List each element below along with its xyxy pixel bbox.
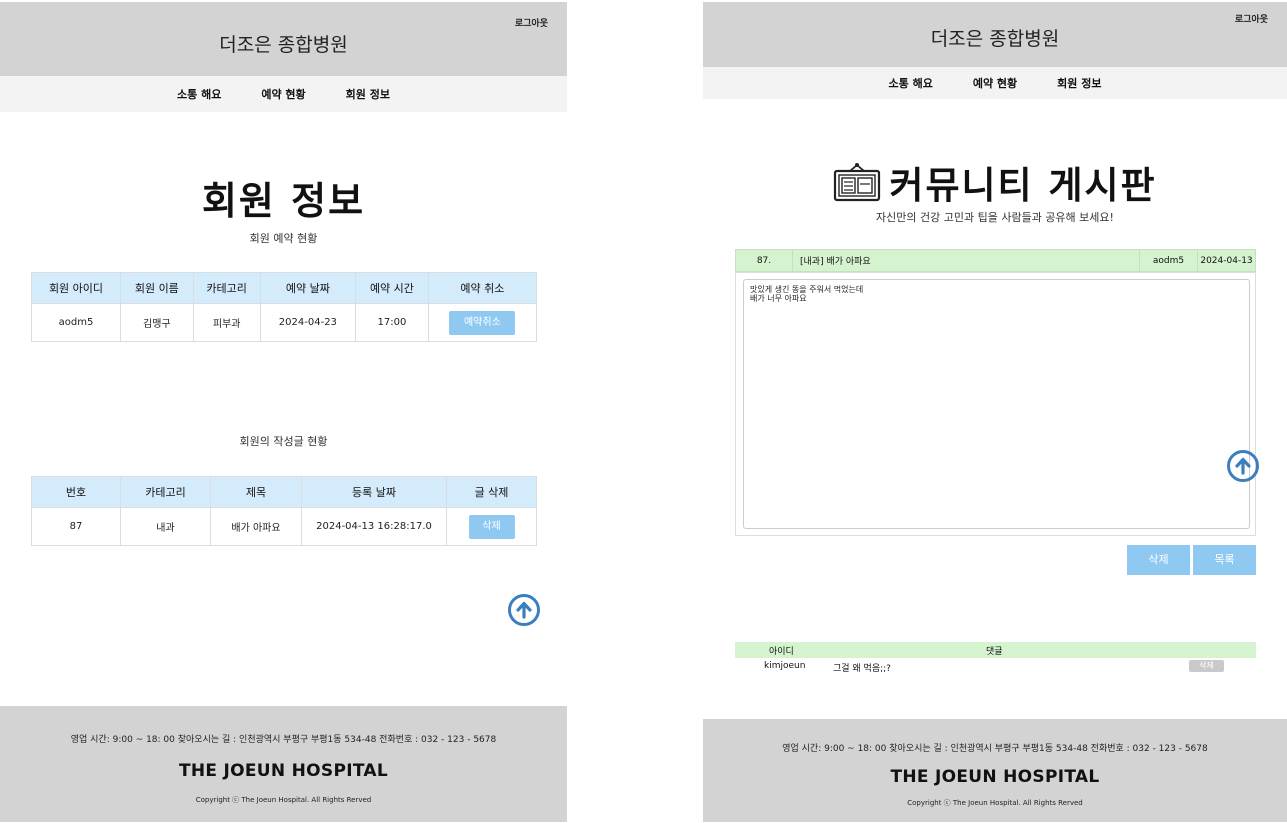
nav-reservation[interactable]: 예약 현황 bbox=[973, 75, 1017, 91]
post-title: [내과] 배가 아파요 bbox=[793, 250, 1140, 271]
logout-link[interactable]: 로그아웃 bbox=[1235, 12, 1268, 25]
comment-author: kimjoeun bbox=[764, 661, 806, 671]
page-title: 회원 정보 bbox=[201, 179, 366, 223]
nav-community[interactable]: 소통 해요 bbox=[889, 75, 933, 91]
cell-category: 피부과 bbox=[192, 303, 261, 342]
nav-member-info[interactable]: 회원 정보 bbox=[1057, 75, 1101, 91]
site-header: 더조은 종합병원 로그아웃 bbox=[0, 2, 567, 76]
col-delete: 글 삭제 bbox=[446, 476, 537, 508]
footer-info: 영업 시간: 9:00 ~ 18: 00 찾아오시는 길 : 인천광역시 부평구… bbox=[70, 735, 497, 745]
table-row: aodm5 김맹구 피부과 2024-04-23 17:00 예약취소 bbox=[31, 303, 538, 342]
bulletin-board-icon bbox=[834, 163, 881, 202]
table-row: 87 내과 배가 아파요 2024-04-13 16:28:17.0 삭제 bbox=[31, 507, 537, 546]
logout-link[interactable]: 로그아웃 bbox=[515, 16, 548, 29]
post-header: 87. [내과] 배가 아파요 aodm5 2024-04-13 bbox=[735, 249, 1256, 272]
cell-time: 17:00 bbox=[355, 303, 429, 342]
cell-date: 2024-04-23 bbox=[259, 303, 357, 342]
main-nav: 소통 해요 예약 현황 회원 정보 bbox=[703, 67, 1287, 99]
page-title: 커뮤니티 게시판 bbox=[889, 164, 1157, 207]
comment-row: kimjoeun 그걸 왜 먹음;;? 삭제 bbox=[735, 659, 1256, 674]
main-nav: 소통 해요 예약 현황 회원 정보 bbox=[0, 76, 567, 112]
site-title[interactable]: 더조은 종합병원 bbox=[703, 24, 1287, 51]
cell-name: 김맹구 bbox=[120, 303, 194, 342]
cell-id: aodm5 bbox=[31, 303, 121, 342]
post-number: 87. bbox=[736, 250, 793, 271]
site-footer: 영업 시간: 9:00 ~ 18: 00 찾아오시는 길 : 인천광역시 부평구… bbox=[0, 706, 567, 822]
site-header: 더조은 종합병원 로그아웃 bbox=[703, 2, 1287, 67]
board-title-wrap: 커뮤니티 게시판 bbox=[703, 155, 1287, 209]
col-time: 예약 시간 bbox=[355, 272, 429, 304]
member-info-page: 더조은 종합병원 로그아웃 소통 해요 예약 현황 회원 정보 회원 정보 회원… bbox=[0, 0, 567, 823]
col-date: 등록 날짜 bbox=[301, 476, 447, 508]
table-header-row: 회원 아이디 회원 이름 카테고리 예약 날짜 예약 시간 예약 취소 bbox=[31, 272, 538, 304]
col-member-name: 회원 이름 bbox=[120, 272, 194, 304]
scroll-top-button[interactable] bbox=[508, 594, 540, 626]
cell-cancel: 예약취소 bbox=[427, 303, 538, 342]
board-subtitle: 자신만의 건강 고민과 팁을 사람들과 공유해 보세요! bbox=[876, 211, 1114, 224]
footer-info: 영업 시간: 9:00 ~ 18: 00 찾아오시는 길 : 인천광역시 부평구… bbox=[782, 744, 1208, 754]
post-author: aodm5 bbox=[1140, 250, 1198, 271]
site-title[interactable]: 더조은 종합병원 bbox=[0, 30, 567, 57]
delete-post-button[interactable]: 삭제 bbox=[468, 514, 515, 539]
nav-community[interactable]: 소통 해요 bbox=[177, 86, 221, 102]
comment-col-id: 아이디 bbox=[769, 647, 794, 657]
reservation-table: 회원 아이디 회원 이름 카테고리 예약 날짜 예약 시간 예약 취소 aodm… bbox=[31, 272, 538, 342]
posts-table: 번호 카테고리 제목 등록 날짜 글 삭제 87 내과 배가 아파요 2024-… bbox=[31, 476, 537, 546]
post-date: 2024-04-13 bbox=[1200, 255, 1253, 266]
comment-header: 아이디 댓글 bbox=[735, 642, 1256, 658]
nav-member-info[interactable]: 회원 정보 bbox=[346, 86, 390, 102]
community-board-page: 더조은 종합병원 로그아웃 소통 해요 예약 현황 회원 정보 커뮤니티 게시판… bbox=[703, 0, 1287, 823]
post-body-box: 맛있게 생긴 똥을 주워서 먹었는데 배가 너무 아파요 bbox=[735, 272, 1256, 536]
col-no: 번호 bbox=[31, 476, 121, 508]
delete-post-button[interactable]: 삭제 bbox=[1127, 545, 1190, 575]
arrow-up-circle-icon bbox=[516, 601, 532, 619]
footer-brand: THE JOEUN HOSPITAL bbox=[178, 761, 389, 781]
delete-comment-button[interactable]: 삭제 bbox=[1189, 660, 1224, 672]
col-date: 예약 날짜 bbox=[259, 272, 357, 304]
scroll-top-button[interactable] bbox=[1227, 450, 1259, 482]
cancel-reservation-button[interactable]: 예약취소 bbox=[449, 310, 516, 335]
site-footer: 영업 시간: 9:00 ~ 18: 00 찾아오시는 길 : 인천광역시 부평구… bbox=[703, 719, 1287, 822]
comment-text: 그걸 왜 먹음;;? bbox=[833, 664, 891, 674]
post-body: 맛있게 생긴 똥을 주워서 먹었는데 배가 너무 아파요 bbox=[743, 279, 1250, 529]
nav-reservation[interactable]: 예약 현황 bbox=[261, 86, 305, 102]
list-button[interactable]: 목록 bbox=[1193, 545, 1256, 575]
table-header-row: 번호 카테고리 제목 등록 날짜 글 삭제 bbox=[31, 476, 537, 508]
reservation-subtitle: 회원 예약 현황 bbox=[249, 232, 318, 245]
cell-delete: 삭제 bbox=[446, 507, 537, 546]
cell-date: 2024-04-13 16:28:17.0 bbox=[301, 507, 447, 546]
col-title: 제목 bbox=[210, 476, 302, 508]
footer-copyright: Copyright ⓒ The Joeun Hospital. All Righ… bbox=[907, 799, 1083, 807]
arrow-up-circle-icon bbox=[1235, 457, 1251, 475]
comment-col-text: 댓글 bbox=[986, 647, 1003, 657]
cell-no: 87 bbox=[31, 507, 121, 546]
cell-title[interactable]: 배가 아파요 bbox=[210, 507, 302, 546]
posts-subtitle: 회원의 작성글 현황 bbox=[239, 435, 328, 448]
col-cancel: 예약 취소 bbox=[427, 272, 538, 304]
cell-category: 내과 bbox=[120, 507, 211, 546]
footer-brand: THE JOEUN HOSPITAL bbox=[890, 767, 1100, 787]
col-member-id: 회원 아이디 bbox=[31, 272, 121, 304]
col-category: 카테고리 bbox=[120, 476, 211, 508]
footer-copyright: Copyright ⓒ The Joeun Hospital. All Righ… bbox=[195, 796, 372, 804]
col-category: 카테고리 bbox=[192, 272, 261, 304]
